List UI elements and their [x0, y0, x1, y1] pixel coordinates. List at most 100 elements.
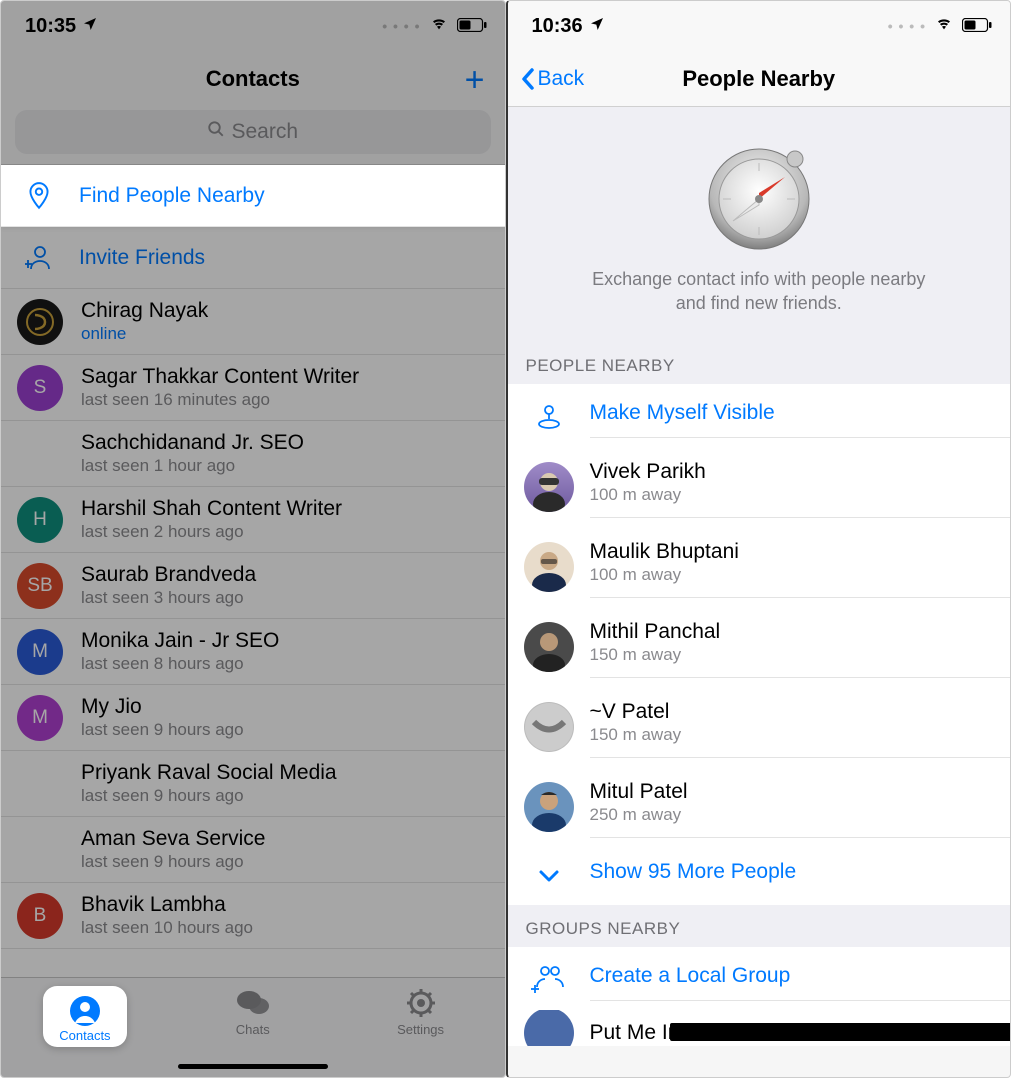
contacts-icon: [68, 994, 102, 1028]
avatar: S: [17, 365, 63, 411]
tab-label: Chats: [236, 1022, 270, 1037]
row-label: Make Myself Visible: [590, 401, 995, 425]
chats-icon: [236, 986, 270, 1020]
compass-icon: [699, 137, 819, 257]
tab-bar: Contacts Chats Settings: [1, 977, 505, 1077]
search-icon: [207, 120, 225, 144]
show-more-people-row[interactable]: Show 95 More People: [508, 847, 1011, 905]
row-label: Find People Nearby: [79, 184, 489, 208]
location-services-icon: [589, 15, 605, 38]
contact-status: online: [81, 324, 489, 344]
contact-row[interactable]: M Monika Jain - Jr SEO last seen 8 hours…: [1, 619, 505, 685]
avatar: [524, 782, 574, 832]
person-name: Mithil Panchal: [590, 620, 995, 644]
right-screenshot: 10:36 • • • • Back People Nearby: [506, 0, 1011, 1078]
contact-row[interactable]: B Bhavik Lambha last seen 10 hours ago: [1, 883, 505, 949]
avatar: [524, 622, 574, 672]
tab-contacts[interactable]: Contacts: [35, 986, 135, 1047]
contact-name: Monika Jain - Jr SEO: [81, 629, 489, 653]
back-label: Back: [538, 67, 585, 91]
person-name: ~V Patel: [590, 700, 995, 724]
hero-text: Exchange contact info with people nearby…: [579, 267, 939, 316]
contact-name: Harshil Shah Content Writer: [81, 497, 489, 521]
wifi-icon: [934, 15, 954, 38]
contact-row[interactable]: S Sagar Thakkar Content Writer last seen…: [1, 355, 505, 421]
contact-row[interactable]: Sachchidanand Jr. SEO last seen 1 hour a…: [1, 421, 505, 487]
contact-name: Bhavik Lambha: [81, 893, 489, 917]
home-indicator[interactable]: [178, 1064, 328, 1069]
left-screenshot: 10:35 • • • • Contacts + Search: [0, 0, 506, 1078]
create-local-group-row[interactable]: Create a Local Group: [508, 947, 1011, 1010]
find-people-nearby-row[interactable]: Find People Nearby: [1, 165, 505, 227]
make-visible-row[interactable]: Make Myself Visible: [508, 384, 1011, 447]
contact-status: last seen 16 minutes ago: [81, 390, 489, 410]
page-title: People Nearby: [682, 66, 835, 92]
contact-status: last seen 9 hours ago: [81, 852, 489, 872]
hero-section: Exchange contact info with people nearby…: [508, 107, 1011, 342]
nearby-person-row[interactable]: ~V Patel 150 m away: [508, 687, 1011, 767]
back-button[interactable]: Back: [520, 67, 585, 91]
redaction-bar: [670, 1023, 1011, 1041]
people-nearby-list: Make Myself Visible Vivek Parikh 100 m a…: [508, 384, 1011, 905]
person-name: Maulik Bhuptani: [590, 540, 995, 564]
contact-status: last seen 8 hours ago: [81, 654, 489, 674]
avatar: [524, 1010, 574, 1046]
nearby-person-row[interactable]: Maulik Bhuptani 100 m away: [508, 527, 1011, 607]
status-bar: 10:35 • • • •: [1, 1, 505, 51]
person-distance: 150 m away: [590, 645, 995, 665]
contact-row[interactable]: M My Jio last seen 9 hours ago: [1, 685, 505, 751]
contact-row[interactable]: Priyank Raval Social Media last seen 9 h…: [1, 751, 505, 817]
search-input[interactable]: Search: [15, 110, 491, 154]
status-time: 10:35: [25, 15, 76, 38]
row-label: Invite Friends: [79, 246, 489, 270]
contact-status: last seen 2 hours ago: [81, 522, 489, 542]
contact-row[interactable]: SB Saurab Brandveda last seen 3 hours ag…: [1, 553, 505, 619]
nearby-person-row[interactable]: Mitul Patel 250 m away: [508, 767, 1011, 847]
avatar: M: [17, 629, 63, 675]
person-distance: 150 m away: [590, 725, 995, 745]
invite-friends-row[interactable]: Invite Friends: [1, 227, 505, 289]
person-distance: 100 m away: [590, 485, 995, 505]
create-group-icon: [524, 963, 574, 993]
contact-name: Sachchidanand Jr. SEO: [81, 431, 489, 455]
tab-settings[interactable]: Settings: [371, 986, 471, 1037]
avatar: H: [17, 497, 63, 543]
contact-name: My Jio: [81, 695, 489, 719]
contact-name: Saurab Brandveda: [81, 563, 489, 587]
person-distance: 250 m away: [590, 805, 995, 825]
row-label: Create a Local Group: [590, 964, 995, 988]
avatar: [524, 542, 574, 592]
contact-name: Aman Seva Service: [81, 827, 489, 851]
section-header-groups: GROUPS NEARBY: [508, 905, 1011, 947]
cell-signal-dots: • • • •: [382, 18, 420, 34]
avatar: M: [17, 695, 63, 741]
wifi-icon: [429, 15, 449, 38]
contact-row[interactable]: H Harshil Shah Content Writer last seen …: [1, 487, 505, 553]
avatar: [17, 299, 63, 345]
section-header-people: PEOPLE NEARBY: [508, 342, 1011, 384]
tab-chats[interactable]: Chats: [203, 986, 303, 1037]
contact-status: last seen 10 hours ago: [81, 918, 489, 938]
contact-name: Priyank Raval Social Media: [81, 761, 489, 785]
avatar: [524, 462, 574, 512]
nearby-group-row-partial[interactable]: Put Me In Touch With Ahmedabad: [508, 1010, 1011, 1046]
contact-status: last seen 1 hour ago: [81, 456, 489, 476]
nearby-person-row[interactable]: Vivek Parikh 100 m away: [508, 447, 1011, 527]
person-distance: 100 m away: [590, 565, 995, 585]
chevron-left-icon: [520, 67, 536, 91]
location-pin-icon: [17, 181, 61, 211]
location-services-icon: [82, 15, 98, 38]
page-title: Contacts: [206, 66, 300, 92]
contact-name: Chirag Nayak: [81, 299, 489, 323]
tab-label: Contacts: [59, 1028, 110, 1043]
add-contact-button[interactable]: +: [465, 61, 485, 100]
nav-header: Contacts +: [1, 51, 505, 106]
chevron-down-icon: [524, 863, 574, 889]
group-name-redacted: Put Me In Touch With Ahmedabad: [590, 1021, 907, 1045]
status-bar: 10:36 • • • •: [508, 1, 1011, 51]
nearby-person-row[interactable]: Mithil Panchal 150 m away: [508, 607, 1011, 687]
contact-status: last seen 3 hours ago: [81, 588, 489, 608]
contact-row[interactable]: Aman Seva Service last seen 9 hours ago: [1, 817, 505, 883]
person-name: Vivek Parikh: [590, 460, 995, 484]
contact-row[interactable]: Chirag Nayak online: [1, 289, 505, 355]
